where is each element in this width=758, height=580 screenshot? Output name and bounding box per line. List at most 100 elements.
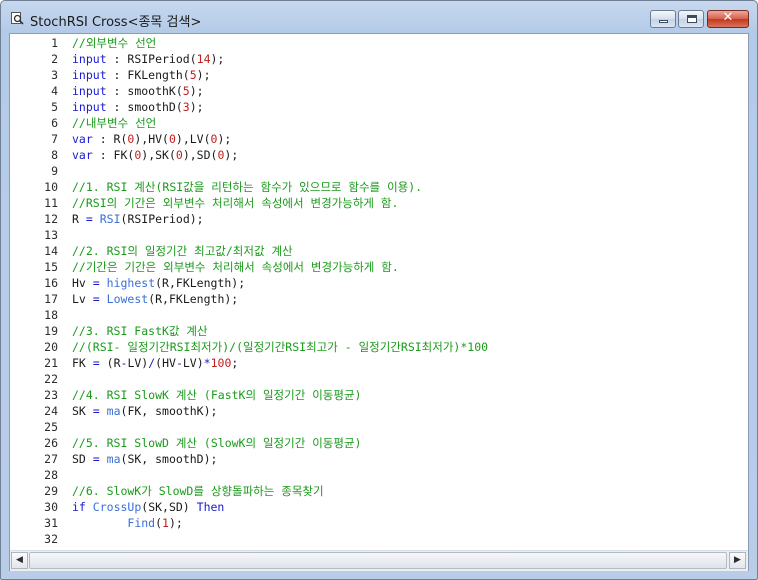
code-token-op: = [85,212,93,226]
code-line[interactable]: 29 //6. SlowK가 SlowD를 상향돌파하는 종목찾기 [10,483,746,499]
code-line[interactable]: 7 var : R(0),HV(0),LV(0); [10,131,746,147]
code-token-kw: var [72,132,93,146]
code-token-op: = [92,356,100,370]
line-number: 25 [44,420,58,434]
code-line[interactable]: 1 //외부변수 선언 [10,35,746,51]
code-token-kw: input [72,68,107,82]
code-token-cmt: //내부변수 선언 [72,116,157,130]
code-line[interactable]: 11 //RSI의 기간은 외부변수 처리해서 속성에서 변경가능하게 함. [10,195,746,211]
code-token-cmt: //2. RSI의 일정기간 최고값/최저값 계산 [72,244,293,258]
code-line[interactable]: 15 //기간은 기간은 외부변수 처리해서 속성에서 변경가능하게 함. [10,259,746,275]
code-token-cmt: //6. SlowK가 SlowD를 상향돌파하는 종목찾기 [72,484,324,498]
code-line[interactable]: 30 if CrossUp(SK,SD) Then [10,499,746,515]
code-token-plain: ); [196,68,211,82]
line-number: 26 [44,436,58,450]
code-token-kw: input [72,100,107,114]
line-number: 16 [44,276,58,290]
code-line[interactable]: 12 R = RSI(RSIPeriod); [10,211,746,227]
code-text: SD = ma(SK, smoothD); [72,451,217,467]
editor-client: 1//외부변수 선언 2 input : RSIPeriod(14); 3 input … [9,33,749,571]
code-line[interactable]: 31 Find(1); [10,515,746,531]
code-token-plain: (R [99,356,121,370]
code-line[interactable]: 2 input : RSIPeriod(14); [10,51,746,67]
code-token-plain: R [72,212,86,226]
line-number: 21 [44,356,58,370]
code-token-cmt: //외부변수 선언 [72,36,157,50]
code-token-num: 0 [168,132,176,146]
code-line[interactable]: 18 [10,307,746,323]
code-token-plain: ),SK( [141,148,176,162]
code-line[interactable]: 23 //4. RSI SlowK 계산 (FastK의 일정기간 이동평균) [10,387,746,403]
code-token-kw: input [72,52,107,66]
code-line[interactable]: 14 //2. RSI의 일정기간 최고값/최저값 계산 [10,243,746,259]
line-number: 7 [51,132,58,146]
code-line[interactable]: 22 [10,371,746,387]
code-token-cmt: //RSI의 기간은 외부변수 처리해서 속성에서 변경가능하게 함. [72,196,399,210]
title-bar[interactable]: StochRSI Cross<종목 검색> ✕ [1,1,757,37]
code-line[interactable]: 13 [10,227,746,243]
code-token-plain: ); [189,84,204,98]
horizontal-scrollbar[interactable]: ◀ ▶ [10,550,748,571]
code-line[interactable]: 27 SD = ma(SK, smoothD); [10,451,746,467]
code-token-op: * [203,356,211,370]
close-button[interactable]: ✕ [707,10,749,28]
code-line[interactable]: 10 //1. RSI 계산(RSI값을 리턴하는 함수가 있으므로 함수를 이용… [10,179,746,195]
code-token-kw: Then [196,500,225,514]
code-text: input : smoothK(5); [72,83,204,99]
line-number: 32 [44,532,58,546]
code-line[interactable]: 17 Lv = Lowest(R,FKLength); [10,291,746,307]
code-text: Find(1); [72,515,182,531]
close-icon: ✕ [722,10,734,25]
code-text: var : R(0),HV(0),LV(0); [72,131,231,147]
code-line[interactable]: 5 input : smoothD(3); [10,99,746,115]
code-token-cmt: //1. RSI 계산(RSI값을 리턴하는 함수가 있으므로 함수를 이용). [72,180,423,194]
code-text: //외부변수 선언 [72,35,156,51]
line-number: 30 [44,500,58,514]
code-token-num: 5 [189,68,197,82]
scroll-right-button[interactable]: ▶ [729,552,746,569]
code-line[interactable]: 26 //5. RSI SlowD 계산 (SlowK의 일정기간 이동평균) [10,435,746,451]
code-token-plain: (RSIPeriod); [120,212,204,226]
code-line[interactable]: 25 [10,419,746,435]
code-token-num: 1 [162,516,169,530]
scroll-thumb[interactable] [29,552,727,569]
scroll-left-button[interactable]: ◀ [11,552,28,569]
maximize-button[interactable] [678,10,704,28]
code-line[interactable]: 8 var : FK(0),SK(0),SD(0); [10,147,746,163]
code-line[interactable]: 20 //(RSI- 일정기간RSI최저가)/(일정기간RSI최고가 - 일정기간… [10,339,746,355]
code-token-num: 5 [182,84,190,98]
code-token-plain: : FKLength( [106,68,190,82]
code-token-kw: var [72,148,93,162]
code-token-plain: (R,FKLength); [155,276,246,290]
code-token-plain: : R( [92,132,128,146]
line-number: 29 [44,484,58,498]
code-text: //기간은 기간은 외부변수 처리해서 속성에서 변경가능하게 함. [72,259,399,275]
code-text: //2. RSI의 일정기간 최고값/최저값 계산 [72,243,293,259]
minimize-button[interactable] [650,10,676,28]
code-text: if CrossUp(SK,SD) Then [72,499,224,515]
code-line[interactable]: 21 FK = (R-LV)/(HV-LV)*100; [10,355,746,371]
code-token-plain: ),SD( [182,148,218,162]
code-token-op: - [175,356,183,370]
code-editor[interactable]: 1//외부변수 선언 2 input : RSIPeriod(14); 3 input … [10,34,748,550]
code-line[interactable]: 19 //3. RSI FastK값 계산 [10,323,746,339]
code-line[interactable]: 9 [10,163,746,179]
line-number: 15 [44,260,58,274]
code-text: Hv = highest(R,FKLength); [72,275,245,291]
code-text: FK = (R-LV)/(HV-LV)*100; [72,355,238,371]
code-line[interactable]: 3 input : FKLength(5); [10,67,746,83]
code-line[interactable]: 32 [10,531,746,547]
code-line[interactable]: 4 input : smoothK(5); [10,83,746,99]
code-line[interactable]: 24 SK = ma(FK, smoothK); [10,403,746,419]
code-token-op: = [92,292,100,306]
code-line[interactable]: 6 //내부변수 선언 [10,115,746,131]
line-number: 8 [51,148,58,162]
code-line[interactable]: 28 [10,467,746,483]
code-token-plain: ),LV( [175,132,211,146]
code-text: //4. RSI SlowK 계산 (FastK의 일정기간 이동평균) [72,387,361,403]
code-line[interactable]: 16 Hv = highest(R,FKLength); [10,275,746,291]
code-text: R = RSI(RSIPeriod); [72,211,204,227]
